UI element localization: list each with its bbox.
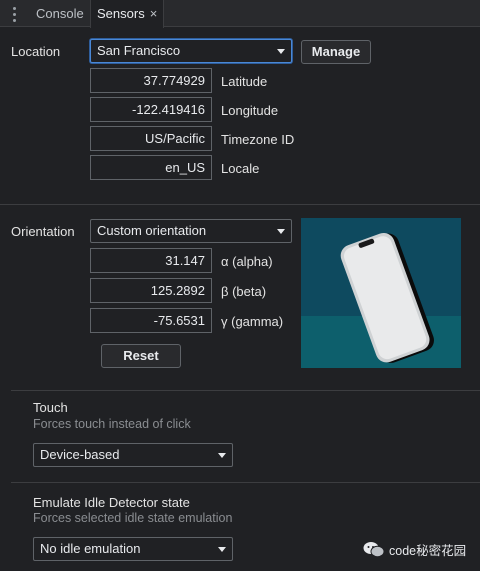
location-select-value: San Francisco <box>97 43 181 58</box>
location-select[interactable]: San Francisco <box>90 39 292 63</box>
watermark: code秘密花园 <box>363 540 466 558</box>
section-divider <box>11 390 480 391</box>
idle-title: Emulate Idle Detector state <box>33 495 190 510</box>
tab-console[interactable]: Console <box>30 0 90 27</box>
longitude-input[interactable]: -122.419416 <box>90 97 212 122</box>
tab-sensors[interactable]: Sensors × <box>90 0 165 28</box>
beta-label: β (beta) <box>221 284 267 299</box>
more-options-icon[interactable] <box>9 5 19 23</box>
longitude-label: Longitude <box>221 103 279 118</box>
alpha-input[interactable]: 31.147 <box>90 248 212 273</box>
reset-button[interactable]: Reset <box>101 344 181 368</box>
touch-description: Forces touch instead of click <box>33 417 191 431</box>
phone-icon[interactable] <box>301 218 461 368</box>
orientation-preview[interactable] <box>301 218 461 368</box>
timezone-label: Timezone ID <box>221 132 295 147</box>
timezone-input[interactable]: US/Pacific <box>90 126 212 151</box>
touch-select[interactable]: Device-based <box>33 443 233 467</box>
orientation-select[interactable]: Custom orientation <box>90 219 292 243</box>
orientation-select-value: Custom orientation <box>97 223 207 238</box>
touch-select-value: Device-based <box>40 447 120 462</box>
beta-input[interactable]: 125.2892 <box>90 278 212 303</box>
touch-title: Touch <box>33 400 68 415</box>
orientation-label: Orientation <box>11 224 75 239</box>
latitude-input[interactable]: 37.774929 <box>90 68 212 93</box>
wechat-icon <box>363 541 385 557</box>
locale-label: Locale <box>221 161 260 176</box>
idle-description: Forces selected idle state emulation <box>33 511 233 525</box>
tab-bar: Console Sensors × <box>0 0 480 28</box>
gamma-label: γ (gamma) <box>221 314 284 329</box>
location-label: Location <box>11 44 61 59</box>
manage-button[interactable]: Manage <box>301 40 371 64</box>
chevron-down-icon <box>277 229 285 234</box>
chevron-down-icon <box>218 453 226 458</box>
section-divider <box>0 204 480 205</box>
locale-input[interactable]: en_US <box>90 155 212 180</box>
section-divider <box>11 482 480 483</box>
idle-select[interactable]: No idle emulation <box>33 537 233 561</box>
gamma-input[interactable]: -75.6531 <box>90 308 212 333</box>
chevron-down-icon <box>277 49 285 54</box>
idle-select-value: No idle emulation <box>40 541 141 556</box>
tab-sensors-label: Sensors <box>97 6 145 21</box>
watermark-text: code秘密花园 <box>389 543 467 558</box>
close-icon[interactable]: × <box>150 6 158 21</box>
chevron-down-icon <box>218 547 226 552</box>
latitude-label: Latitude <box>221 74 268 89</box>
tab-console-label: Console <box>36 6 84 21</box>
alpha-label: α (alpha) <box>221 254 273 269</box>
